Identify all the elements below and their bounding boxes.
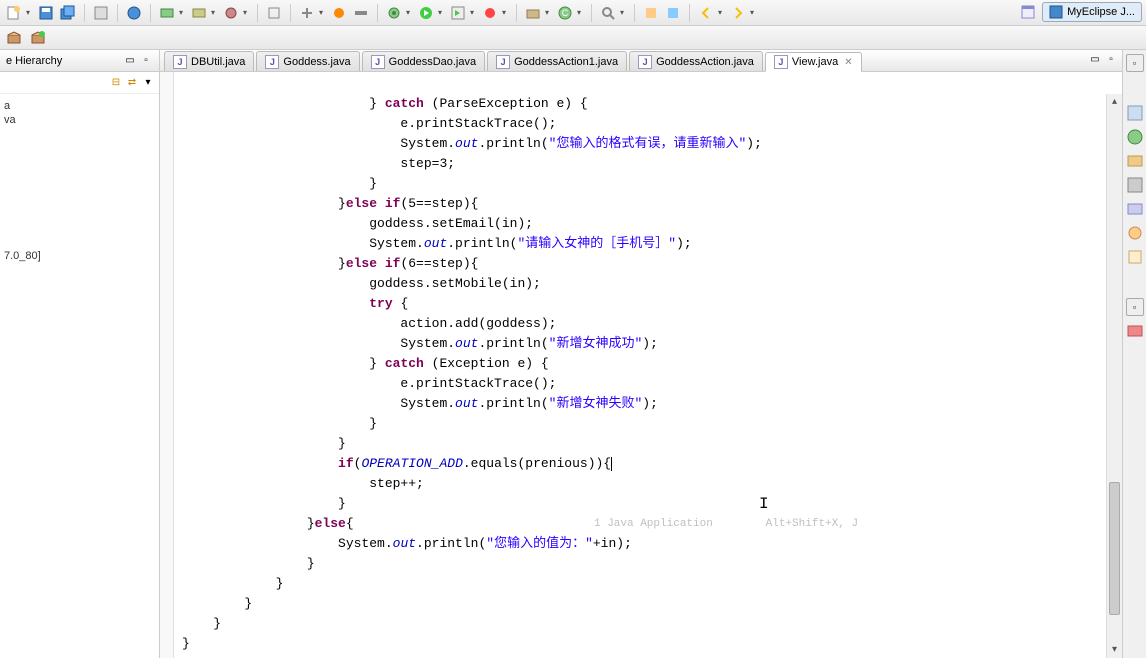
new-icon[interactable] [4, 3, 24, 23]
perspective-label: MyEclipse J... [1067, 6, 1135, 18]
tool-icon-10[interactable] [641, 3, 661, 23]
perspective-button[interactable]: MyEclipse J... [1042, 2, 1142, 22]
svg-text:C: C [562, 8, 569, 18]
main-toolbar: ▾ ▾ ▾ ▾ ▾ ▾ ▾ ▾ ▾ ▾ C▾ ▾ ▾ ▾ MyEclipse J… [0, 0, 1146, 26]
editor-gutter[interactable] [160, 72, 174, 658]
tab-goddess[interactable]: JGoddess.java [256, 51, 359, 71]
run-icon[interactable] [416, 3, 436, 23]
maximize-icon[interactable]: ▭ [1088, 52, 1102, 66]
tab-goddessdao[interactable]: JGoddessDao.java [362, 51, 485, 71]
tab-view[interactable]: JView.java✕ [765, 52, 862, 72]
back-icon[interactable] [696, 3, 716, 23]
tree-item[interactable]: va [4, 114, 155, 126]
view-icon-2[interactable] [1126, 176, 1144, 194]
tab-dbutil[interactable]: JDBUtil.java [164, 51, 254, 71]
run-ext-icon[interactable] [448, 3, 468, 23]
java-file-icon: J [173, 55, 187, 69]
java-file-icon: J [265, 55, 279, 69]
hierarchy-tree[interactable]: a va 7.0_80] [0, 94, 159, 658]
mouse-cursor-icon: I [759, 494, 769, 514]
box-icon-1[interactable] [4, 28, 24, 48]
box-icon-2[interactable] [28, 28, 48, 48]
save-icon[interactable] [36, 3, 56, 23]
perspective-switcher: MyEclipse J... [1018, 2, 1142, 22]
tab-goddessaction1[interactable]: JGoddessAction1.java [487, 51, 627, 71]
view-toolbar: ⊟ ⇄ ▾ [0, 72, 159, 94]
fast-view-bar: ▫ ▫ [1122, 50, 1146, 658]
minimize-icon[interactable]: ▭ [123, 54, 137, 68]
view-title: e Hierarchy [6, 55, 62, 67]
tree-item[interactable]: a [4, 100, 155, 112]
scroll-thumb[interactable] [1109, 482, 1120, 615]
scroll-track[interactable] [1107, 110, 1122, 642]
tool-icon-5[interactable] [264, 3, 284, 23]
editor-tabs: JDBUtil.java JGoddess.java JGoddessDao.j… [160, 50, 1122, 72]
tree-item[interactable]: 7.0_80] [4, 250, 155, 262]
java-file-icon: J [638, 55, 652, 69]
forward-icon[interactable] [728, 3, 748, 23]
search-icon[interactable] [598, 3, 618, 23]
tool-icon-2[interactable] [157, 3, 177, 23]
close-icon[interactable]: ✕ [844, 57, 852, 68]
java-file-icon: J [371, 55, 385, 69]
save-all-icon[interactable] [58, 3, 78, 23]
vertical-scrollbar[interactable]: ▴ ▾ [1106, 94, 1122, 658]
editor-body: } catch (ParseException e) { e.printStac… [160, 72, 1122, 658]
content-assist-hint: 1 Java Application Alt+Shift+X, J [594, 514, 858, 534]
view-menu-icon[interactable]: ▫ [139, 54, 153, 68]
view-icon-3[interactable] [1126, 200, 1144, 218]
scroll-up-icon[interactable]: ▴ [1107, 94, 1122, 110]
tool-icon-4[interactable] [221, 3, 241, 23]
restore-view-icon[interactable]: ▫ [1126, 54, 1144, 72]
view-icon-4[interactable] [1126, 224, 1144, 242]
tasks-icon[interactable] [1126, 128, 1144, 146]
tool-icon-8[interactable] [351, 3, 371, 23]
restore-icon[interactable]: ▫ [1104, 52, 1118, 66]
tool-icon-3[interactable] [189, 3, 209, 23]
restore-view-icon-2[interactable]: ▫ [1126, 298, 1144, 316]
editor-area: JDBUtil.java JGoddess.java JGoddessDao.j… [160, 50, 1122, 658]
view-icon-5[interactable] [1126, 248, 1144, 266]
open-perspective-icon[interactable] [1018, 2, 1038, 22]
tool-icon-9[interactable] [480, 3, 500, 23]
view-icon-6[interactable] [1126, 322, 1144, 340]
code-area[interactable]: } catch (ParseException e) { e.printStac… [174, 72, 1122, 658]
secondary-toolbar [0, 26, 1146, 50]
view-dropdown-icon[interactable]: ▾ [141, 76, 155, 90]
outline-icon[interactable] [1126, 104, 1144, 122]
view-header: e Hierarchy ▭ ▫ [0, 50, 159, 72]
link-icon[interactable]: ⇄ [125, 76, 139, 90]
tab-goddessaction[interactable]: JGoddessAction.java [629, 51, 763, 71]
tool-icon-6[interactable] [297, 3, 317, 23]
globe-icon[interactable] [124, 3, 144, 23]
new-class-icon[interactable]: C [555, 3, 575, 23]
java-file-icon: J [774, 55, 788, 69]
view-icon-1[interactable] [1126, 152, 1144, 170]
dropdown-arrow-icon[interactable]: ▾ [26, 8, 34, 17]
java-file-icon: J [496, 55, 510, 69]
tool-icon-11[interactable] [663, 3, 683, 23]
debug-icon[interactable] [384, 3, 404, 23]
new-package-icon[interactable] [523, 3, 543, 23]
tool-icon-7[interactable] [329, 3, 349, 23]
hierarchy-view: e Hierarchy ▭ ▫ ⊟ ⇄ ▾ a va 7.0_80] [0, 50, 160, 658]
scroll-down-icon[interactable]: ▾ [1107, 642, 1122, 658]
tool-icon-1[interactable] [91, 3, 111, 23]
text-cursor [611, 457, 612, 471]
collapse-icon[interactable]: ⊟ [109, 76, 123, 90]
